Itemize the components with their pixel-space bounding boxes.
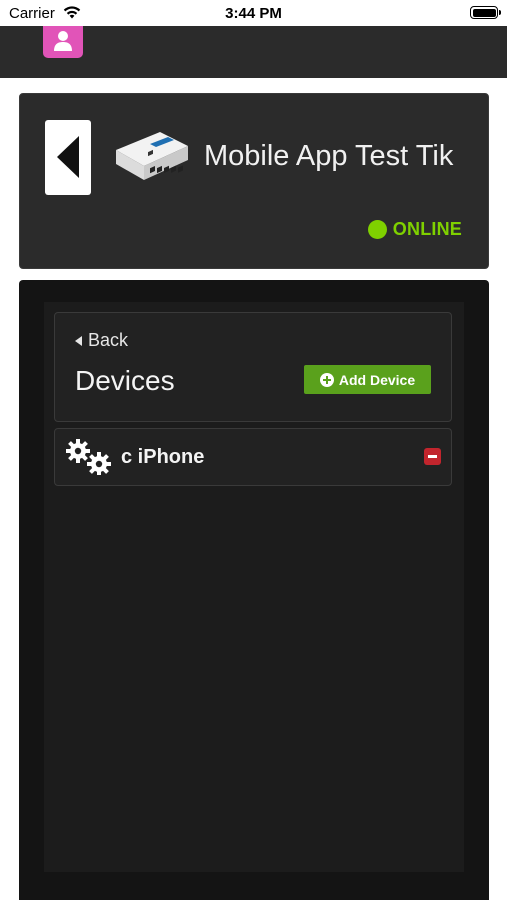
devices-panel-content[interactable]: Back Devices Add Device c iPhone [44,302,464,872]
device-back-button[interactable] [45,120,91,195]
add-device-button[interactable]: Add Device [304,365,431,394]
status-indicator: ONLINE [367,219,462,240]
list-item[interactable]: c iPhone [54,428,452,486]
add-device-label: Add Device [338,371,416,388]
caret-left-icon [75,335,82,346]
back-label: Back [88,330,129,350]
gears-icon [66,439,111,475]
battery-icon [470,6,501,19]
device-name: Mobile App Test Tik [204,140,454,172]
device-row-name: c iPhone [121,446,205,468]
app-bar [0,26,507,78]
status-bar: Carrier 3:44 PM [0,0,507,26]
status-text: ONLINE [392,219,462,239]
back-link[interactable]: Back [75,330,128,351]
chevron-left-icon [57,136,79,178]
user-icon [54,31,72,51]
devices-header: Back Devices Add Device [54,312,452,422]
remove-device-button[interactable] [424,448,441,465]
device-card: Mobile App Test Tik ONLINE [19,93,489,269]
devices-panel: Back Devices Add Device c iPhone [19,280,489,900]
clock: 3:44 PM [225,5,282,22]
page-title: Devices [75,365,175,396]
plus-circle-icon [319,372,334,387]
status-dot-icon [367,220,387,239]
profile-button[interactable] [43,26,83,58]
router-image [116,132,188,180]
